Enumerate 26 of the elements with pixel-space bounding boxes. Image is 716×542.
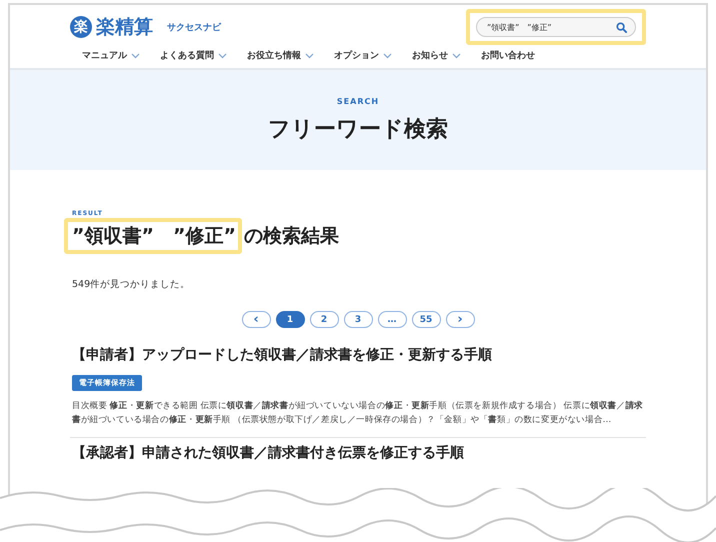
nav-menu-item[interactable]: オプション [334,49,392,62]
page-button[interactable]: … [378,311,406,328]
page-title: フリーワード検索 [268,116,448,144]
nav-menu-item[interactable]: お問い合わせ [481,49,535,62]
page-button[interactable]: 55 [412,311,440,328]
pagination-arrow[interactable]: ‹ [242,311,270,328]
search-query: ”領収書” ”修正” [72,225,236,247]
result-title[interactable]: 【承認者】申請された領収書／請求書付き伝票を修正する手順 [72,444,646,462]
logo-text[interactable]: 楽精算 [96,14,153,40]
nav-menu-item[interactable]: よくある質問 [160,49,227,62]
search-icon[interactable] [616,22,627,32]
site-subtitle: サクセスナビ [167,22,221,34]
page-button[interactable]: 3 [344,311,372,328]
nav-menu-item[interactable]: マニュアル [82,49,140,62]
pagination-arrow[interactable]: › [446,311,474,328]
nav-menu-item[interactable]: お知らせ [412,49,461,62]
page-button[interactable]: 2 [310,311,338,328]
results-heading: の検索結果 [244,224,339,249]
logo-mark[interactable]: 楽 [70,16,92,38]
search-field[interactable]: ”領収書” ”修正” [476,17,636,37]
result-excerpt: 目次概要 修正・更新できる範囲 伝票に領収書／請求書が紐づいていない場合の修正・更新手順（伝票を新規作成する場合） 伝票に領収書／請求書が紐づいている場合の修正・更新手順 （伝票状態が取下げ／差戻し／一時保存の場合）？「金額」や「書類」の数に変更がない場合… [72,400,644,427]
section-label: SEARCH [336,96,380,106]
result-title[interactable]: 【申請者】アップロードした領収書／請求書を修正・更新する手順 [72,346,646,364]
page-button[interactable]: 1 [276,311,304,328]
nav-menu-item[interactable]: お役立ち情報 [247,49,314,62]
result-count: 549件が見つかりました。 [72,278,192,291]
